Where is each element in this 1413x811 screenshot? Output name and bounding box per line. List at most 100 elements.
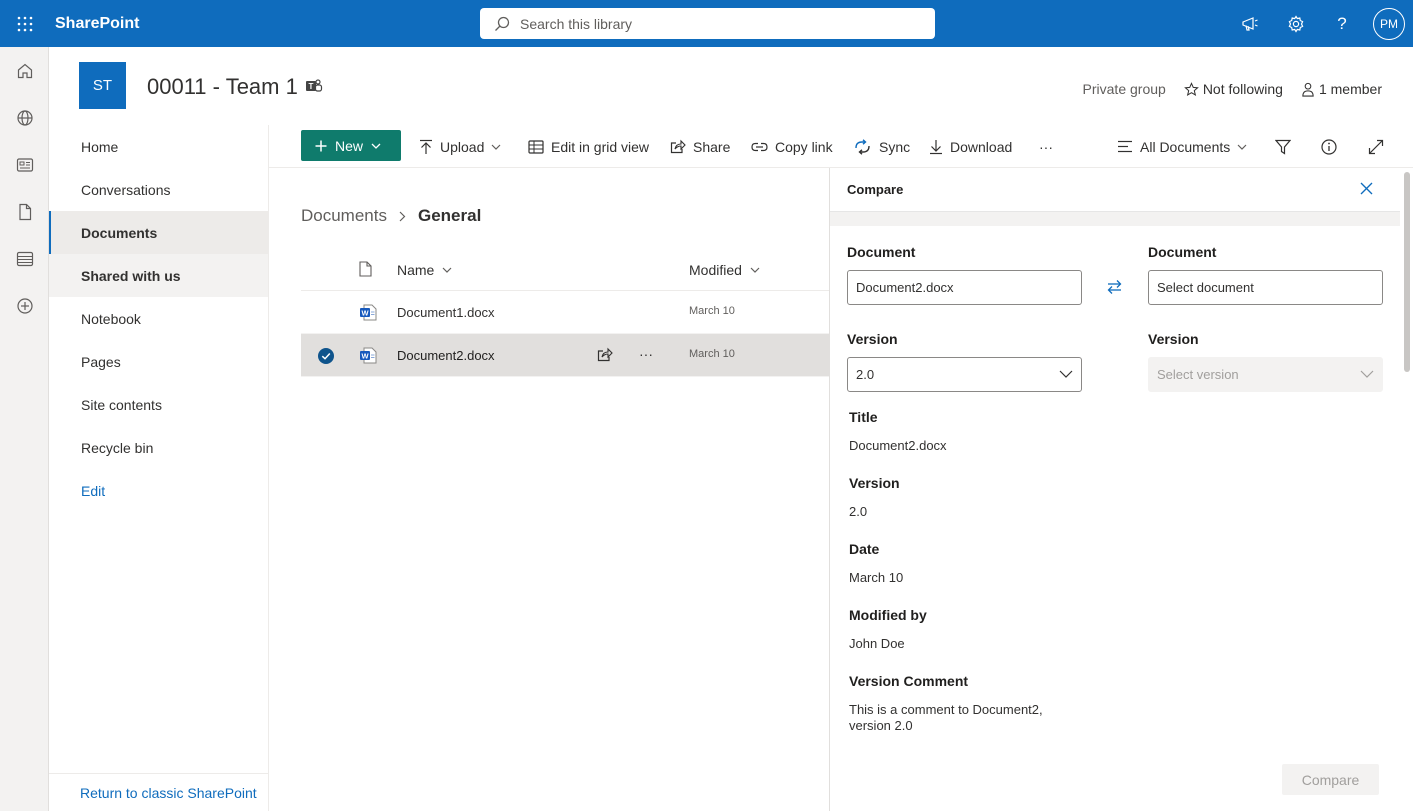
left-version-dropdown[interactable]: 2.0 [847, 357, 1082, 392]
chevron-down-icon [491, 144, 501, 150]
teams-icon[interactable]: T [305, 78, 323, 97]
nav-label: Conversations [81, 181, 171, 198]
column-header-name[interactable]: Name [397, 262, 452, 278]
compare-button[interactable]: Compare [1282, 764, 1379, 795]
chevron-down-icon [1059, 370, 1073, 378]
nav-label: Documents [81, 224, 158, 241]
app-launcher-icon[interactable] [0, 0, 50, 47]
share-icon[interactable] [597, 347, 613, 362]
nav-edit-link[interactable]: Edit [49, 469, 268, 512]
chevron-down-icon [371, 143, 381, 149]
version-comment-label: Version Comment [849, 673, 969, 689]
right-version-dropdown[interactable]: Select version [1148, 357, 1383, 392]
add-circle-icon[interactable] [0, 282, 49, 329]
app-name[interactable]: SharePoint [55, 15, 139, 33]
more-options-button[interactable]: ··· [639, 346, 653, 362]
upload-button[interactable]: Upload [419, 125, 501, 168]
file-name[interactable]: Document1.docx [397, 305, 495, 320]
close-icon[interactable] [1360, 182, 1373, 198]
compare-panel: Compare Document Document2.docx Document… [829, 168, 1413, 811]
nav-edit-label: Edit [81, 482, 106, 499]
nav-item-pages[interactable]: Pages [49, 340, 268, 383]
file-icon[interactable] [0, 188, 49, 235]
left-document-label: Document [847, 244, 916, 260]
app-bar [0, 47, 49, 811]
column-header-modified[interactable]: Modified [689, 262, 760, 278]
nav-label: Shared with us [81, 267, 181, 284]
sync-label: Sync [879, 138, 911, 155]
date-value: March 10 [849, 570, 904, 585]
avatar[interactable]: PM [1373, 7, 1405, 40]
filter-icon[interactable] [1275, 125, 1291, 168]
column-modified-label: Modified [689, 262, 742, 278]
follow-button[interactable]: Not following [1183, 81, 1283, 97]
chevron-down-icon [1237, 144, 1247, 150]
sync-button[interactable]: Sync [853, 125, 910, 168]
plus-icon [315, 140, 327, 151]
left-document-value: Document2.docx [856, 280, 954, 295]
privacy-label: Private group [1083, 81, 1166, 97]
nav-item-recycle-bin[interactable]: Recycle bin [49, 426, 268, 469]
nav-item-conversations[interactable]: Conversations [49, 168, 268, 211]
panel-scrollbar[interactable] [1404, 172, 1410, 372]
copy-link-button[interactable]: Copy link [751, 125, 833, 168]
chevron-down-icon [1360, 370, 1374, 378]
breadcrumb-documents[interactable]: Documents [301, 206, 387, 226]
left-document-field[interactable]: Document2.docx [847, 270, 1082, 305]
right-document-placeholder: Select document [1157, 280, 1254, 295]
version-comment-line1: This is a comment to Document2, [849, 702, 1043, 717]
members-button[interactable]: 1 member [1301, 81, 1382, 97]
file-name[interactable]: Document2.docx [397, 348, 495, 363]
breadcrumb: Documents General [301, 206, 481, 226]
share-label: Share [693, 138, 731, 155]
nav-item-documents[interactable]: Documents [49, 211, 268, 254]
search-icon [495, 16, 510, 31]
nav-item-site-contents[interactable]: Site contents [49, 383, 268, 426]
table-row[interactable]: W Document1.docx March 10 [301, 291, 829, 334]
modified-date: March 10 [689, 305, 735, 317]
home-icon[interactable] [0, 47, 49, 94]
share-icon [670, 139, 686, 154]
svg-text:T: T [309, 82, 314, 91]
nav-item-home[interactable]: Home [49, 125, 268, 168]
grid-icon [528, 139, 544, 154]
megaphone-icon[interactable] [1227, 0, 1273, 47]
command-bar: New Upload Edit in grid view Share Copy … [269, 125, 1413, 168]
nav-item-notebook[interactable]: Notebook [49, 297, 268, 340]
right-version-placeholder: Select version [1157, 367, 1239, 382]
gear-icon[interactable] [1273, 0, 1319, 47]
upload-label: Upload [440, 138, 485, 155]
title-value: Document2.docx [849, 438, 947, 453]
news-icon[interactable] [0, 141, 49, 188]
table-row[interactable]: W Document2.docx ··· March 10 [301, 334, 829, 377]
expand-icon[interactable] [1368, 125, 1384, 168]
info-icon[interactable] [1321, 125, 1337, 168]
word-file-icon: W [359, 347, 377, 364]
nav-divider [49, 773, 269, 774]
download-button[interactable]: Download [929, 125, 1012, 168]
search-box[interactable]: Search this library [480, 8, 935, 39]
swap-icon[interactable] [1107, 279, 1122, 298]
nav-label: Recycle bin [81, 439, 154, 456]
right-document-field[interactable]: Select document [1148, 270, 1383, 305]
help-icon[interactable]: ? [1319, 0, 1365, 47]
edit-grid-view-button[interactable]: Edit in grid view [528, 125, 649, 168]
page-title: 00011 - Team 1 [147, 74, 298, 99]
star-icon [1183, 81, 1199, 96]
site-logo[interactable]: ST [79, 62, 126, 109]
avatar-initials: PM [1380, 16, 1398, 31]
checkmark-circle-icon[interactable] [318, 348, 334, 364]
share-button[interactable]: Share [670, 125, 730, 168]
panel-title: Compare [847, 182, 904, 197]
new-button[interactable]: New [301, 130, 401, 161]
nav-item-shared-with-us[interactable]: Shared with us [49, 254, 268, 297]
file-type-icon[interactable] [359, 261, 372, 277]
panel-divider [830, 211, 1400, 226]
more-actions-button[interactable]: ··· [1039, 125, 1053, 168]
view-switcher[interactable]: All Documents [1117, 125, 1247, 168]
privacy-text: Private group [1082, 81, 1166, 97]
globe-icon[interactable] [0, 94, 49, 141]
return-to-classic-link[interactable]: Return to classic SharePoint [80, 785, 257, 801]
list-header: Name Modified [301, 250, 829, 291]
lists-icon[interactable] [0, 235, 49, 282]
